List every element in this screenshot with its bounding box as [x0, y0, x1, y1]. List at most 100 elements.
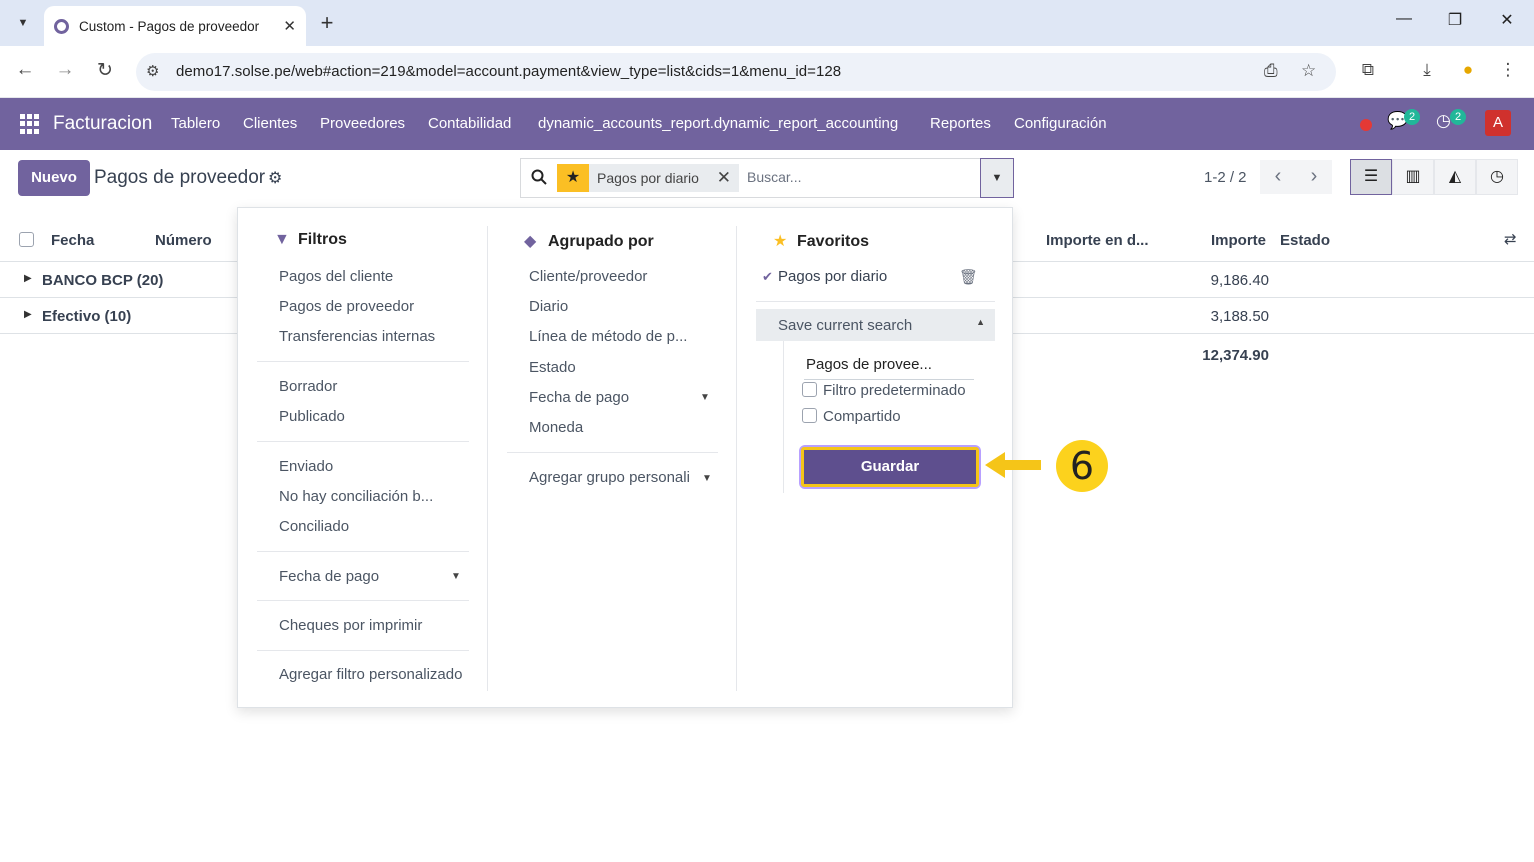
filter-item[interactable]: No hay conciliación b... — [279, 488, 433, 505]
app-brand[interactable]: Facturacion — [53, 113, 152, 135]
caret-down-icon[interactable]: ▼ — [702, 473, 712, 484]
groupby-item[interactable]: Diario — [529, 298, 568, 315]
groupby-item[interactable]: Línea de método de p... — [529, 328, 687, 345]
search-panel-toggle[interactable]: ▼ — [980, 158, 1014, 198]
filter-item[interactable]: Enviado — [279, 458, 333, 475]
search-input[interactable]: Buscar... — [747, 169, 801, 185]
save-button-label: Guardar — [801, 447, 979, 487]
menu-tablero[interactable]: Tablero — [171, 115, 220, 132]
add-custom-group[interactable]: Agregar grupo personali — [529, 469, 690, 486]
favorite-name-input[interactable]: Pagos de provee... — [804, 354, 974, 380]
groupby-item[interactable]: Cliente/proveedor — [529, 268, 647, 285]
close-tab-icon[interactable]: ✕ — [283, 17, 296, 35]
select-all-checkbox[interactable] — [19, 232, 34, 247]
caret-down-icon[interactable]: ▼ — [451, 571, 461, 582]
extensions-icon[interactable]: ⧉ — [1356, 60, 1380, 80]
kanban-view-icon[interactable]: ▥ — [1392, 159, 1434, 195]
add-custom-filter[interactable]: Agregar filtro personalizado — [279, 666, 462, 683]
favorite-item[interactable]: Pagos por diario — [778, 268, 887, 285]
install-app-icon[interactable]: ⎙ — [1264, 61, 1278, 81]
tab-search-button[interactable]: ▼ — [8, 8, 38, 38]
search-facet[interactable]: Pagos por diario ✕ — [589, 164, 739, 192]
save-current-search-toggle[interactable]: Save current search ▲ — [756, 309, 995, 341]
browser-toolbar: ← → ↻ ⚙ demo17.solse.pe/web#action=219&m… — [0, 46, 1534, 98]
pager-previous-icon[interactable]: ‹ — [1260, 160, 1296, 194]
filter-date-item[interactable]: Fecha de pago — [279, 568, 379, 585]
list-total: 12,374.90 — [1202, 347, 1269, 364]
browser-menu-icon[interactable]: ⋮ — [1496, 60, 1520, 80]
new-button[interactable]: Nuevo — [18, 160, 90, 196]
menu-dynamic-reports[interactable]: dynamic_accounts_report.dynamic_report_a… — [538, 115, 898, 132]
forward-icon[interactable]: → — [53, 59, 77, 81]
menu-configuracion[interactable]: Configuración — [1014, 115, 1107, 132]
divider — [257, 650, 469, 651]
favorite-star-icon: ★ — [557, 164, 589, 192]
pager-next-icon[interactable]: › — [1296, 160, 1332, 194]
profile-icon[interactable]: ● — [1456, 60, 1480, 80]
divider — [257, 441, 469, 442]
remove-facet-icon[interactable]: ✕ — [717, 164, 731, 192]
column-importe-divisa[interactable]: Importe en d... — [1046, 232, 1149, 249]
apps-menu-icon[interactable] — [20, 114, 40, 134]
minimize-icon[interactable]: — — [1392, 10, 1416, 28]
favorites-title: ★ Favoritos — [773, 233, 870, 250]
column-divider — [736, 226, 737, 691]
filter-item[interactable]: Publicado — [279, 408, 345, 425]
new-tab-button[interactable]: + — [314, 10, 340, 36]
star-icon: ★ — [773, 233, 788, 250]
menu-proveedores[interactable]: Proveedores — [320, 115, 405, 132]
back-icon[interactable]: ← — [13, 59, 37, 81]
page-title: Pagos de proveedor — [94, 167, 266, 188]
messages-badge: 2 — [1404, 109, 1420, 125]
search-bar[interactable]: ★ Pagos por diario ✕ Buscar... ▼ — [520, 158, 1014, 198]
filter-item[interactable]: Pagos del cliente — [279, 268, 393, 285]
list-view-icon[interactable]: ☰ — [1350, 159, 1392, 195]
default-filter-option[interactable]: Filtro predeterminado — [802, 382, 966, 399]
column-estado[interactable]: Estado — [1280, 232, 1330, 249]
activities-badge: 2 — [1450, 109, 1466, 125]
browser-tab[interactable]: Custom - Pagos de proveedor ✕ — [44, 6, 306, 46]
trash-icon[interactable]: 🗑 — [959, 268, 978, 286]
filter-item[interactable]: Cheques por imprimir — [279, 617, 422, 634]
divider — [257, 551, 469, 552]
filter-item[interactable]: Pagos de proveedor — [279, 298, 414, 315]
activities-icon[interactable]: ◷ — [1436, 111, 1451, 131]
groupby-item[interactable]: Fecha de pago — [529, 389, 629, 406]
groupby-item[interactable]: Estado — [529, 359, 576, 376]
close-window-icon[interactable]: ✕ — [1495, 10, 1519, 30]
caret-up-icon: ▲ — [976, 317, 985, 327]
groupby-item[interactable]: Moneda — [529, 419, 583, 436]
site-info-icon[interactable]: ⚙ — [146, 62, 159, 80]
column-importe[interactable]: Importe — [1211, 232, 1266, 249]
reload-icon[interactable]: ↻ — [93, 59, 117, 82]
optional-columns-icon[interactable]: ⇄ — [1504, 230, 1517, 248]
default-filter-checkbox[interactable] — [802, 382, 817, 397]
filter-item[interactable]: Transferencias internas — [279, 328, 435, 345]
download-icon[interactable]: ⤓ — [1415, 60, 1439, 80]
filter-item[interactable]: Conciliado — [279, 518, 349, 535]
menu-contabilidad[interactable]: Contabilidad — [428, 115, 511, 132]
activity-view-icon[interactable]: ◷ — [1476, 159, 1518, 195]
gear-icon[interactable]: ⚙ — [268, 168, 282, 188]
address-bar[interactable]: ⚙ demo17.solse.pe/web#action=219&model=a… — [136, 53, 1336, 91]
divider — [756, 301, 995, 302]
shared-checkbox[interactable] — [802, 408, 817, 423]
column-numero[interactable]: Número — [155, 232, 212, 249]
menu-clientes[interactable]: Clientes — [243, 115, 297, 132]
user-avatar[interactable]: A — [1485, 110, 1511, 136]
menu-reportes[interactable]: Reportes — [930, 115, 991, 132]
search-panel-dropdown: ▼ Filtros Pagos del cliente Pagos de prov… — [237, 207, 1013, 708]
caret-down-icon[interactable]: ▼ — [700, 392, 710, 403]
restore-icon[interactable]: ❐ — [1443, 10, 1467, 30]
column-fecha[interactable]: Fecha — [51, 232, 94, 249]
bookmark-star-icon[interactable]: ☆ — [1301, 61, 1316, 81]
facet-label: Pagos por diario — [597, 170, 699, 186]
shared-label: Compartido — [823, 408, 901, 425]
default-filter-label: Filtro predeterminado — [823, 382, 966, 399]
filter-item[interactable]: Borrador — [279, 378, 337, 395]
save-favorite-button[interactable]: Guardar — [799, 445, 981, 489]
graph-view-icon[interactable]: ◭ — [1434, 159, 1476, 195]
divider — [257, 600, 469, 601]
pager-value[interactable]: 1-2 / 2 — [1204, 169, 1247, 186]
shared-option[interactable]: Compartido — [802, 408, 901, 425]
